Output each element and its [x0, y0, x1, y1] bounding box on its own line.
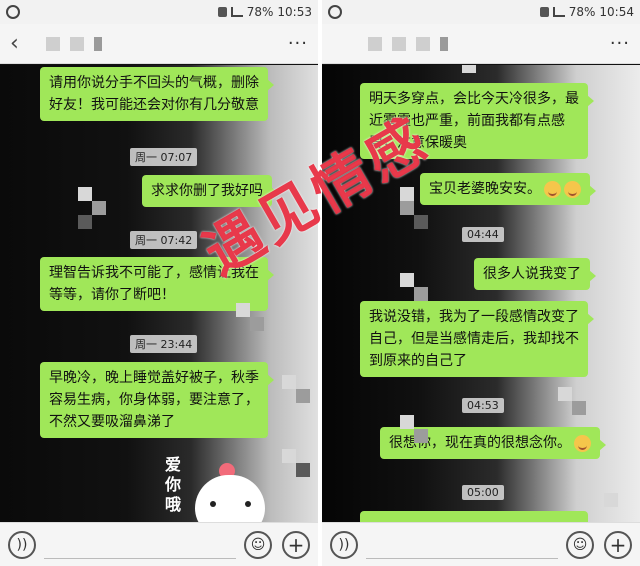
message-bubble[interactable]: 很多人说我变了 [474, 258, 596, 290]
timestamp: 周一 07:42 [130, 231, 198, 249]
chat-area[interactable]: 请用你说分手不回头的气概，删除好友！我可能还会对你有几分敬意 周一 07:07 … [0, 65, 318, 522]
message-bubble[interactable]: 很想你，现在真的很想念你。 [380, 427, 606, 459]
notification-icon [6, 5, 20, 19]
status-bar: 78% 10:53 [0, 0, 318, 24]
battery-saver-icon [217, 7, 227, 17]
kiss-emoji-icon [564, 180, 581, 198]
notification-icon [328, 5, 342, 19]
input-bar: )) ☺ + [0, 522, 318, 566]
timestamp: 04:53 [462, 398, 504, 413]
emoji-icon[interactable]: ☺ [244, 530, 272, 559]
sticker-text: 爱你哦 [165, 455, 182, 514]
smile-emoji-icon [574, 434, 591, 452]
battery-level: 78% [568, 5, 596, 19]
message-input[interactable] [44, 531, 236, 559]
clock: 10:54 [599, 5, 634, 19]
kiss-emoji-icon [544, 180, 561, 198]
emoji-icon[interactable]: ☺ [566, 530, 594, 559]
input-bar: )) ☺ + [322, 522, 640, 566]
voice-icon[interactable]: )) [8, 530, 36, 559]
timestamp: 04:44 [462, 227, 504, 242]
timestamp: 05:00 [462, 485, 504, 500]
panda-face-icon [195, 475, 265, 522]
clock: 10:53 [277, 5, 312, 19]
chat-header: ··· [322, 24, 640, 64]
contact-name-redacted [46, 36, 102, 51]
signal-icon [552, 7, 565, 17]
battery-saver-icon [539, 7, 549, 17]
signal-icon [230, 7, 243, 17]
message-bubble[interactable]: 我说没错，我为了一段感情改变了自己，但是当感情走后，我却找不到原来的自己了 [360, 301, 594, 377]
timestamp: 周一 07:07 [130, 148, 198, 166]
right-phone-screenshot: 78% 10:54 ··· 明天多穿点，会比今天冷很多，最近雾霾也严重，前面我都… [322, 0, 640, 566]
chat-header: ‹ ··· [0, 24, 318, 64]
message-bubble[interactable]: 宝贝老婆晚安安。 [420, 173, 596, 205]
message-bubble[interactable]: 早晚冷，晚上睡觉盖好被子，秋季容易生病，你身体弱，要注意了，不然又要吸溜鼻涕了 [40, 362, 274, 438]
message-bubble[interactable]: 请用你说分手不回头的气概，删除好友！我可能还会对你有几分敬意 [40, 67, 274, 121]
message-input[interactable] [366, 531, 558, 559]
left-phone-screenshot: 78% 10:53 ‹ ··· 请用你说分手不回头的气概，删除好友！我可能还会对… [0, 0, 318, 566]
message-bubble-partial[interactable] [360, 511, 588, 522]
back-arrow-icon[interactable]: ‹ [10, 31, 34, 56]
battery-level: 78% [246, 5, 274, 19]
more-menu-icon[interactable]: ··· [610, 33, 630, 54]
voice-icon[interactable]: )) [330, 530, 358, 559]
sticker-panda[interactable]: 爱你哦 [165, 455, 275, 522]
contact-name-redacted [368, 36, 448, 51]
message-text: 宝贝老婆晚安安。 [429, 181, 541, 197]
plus-icon[interactable]: + [604, 530, 632, 559]
more-menu-icon[interactable]: ··· [288, 33, 308, 54]
timestamp: 周一 23:44 [130, 335, 198, 353]
status-bar: 78% 10:54 [322, 0, 640, 24]
plus-icon[interactable]: + [282, 530, 310, 559]
